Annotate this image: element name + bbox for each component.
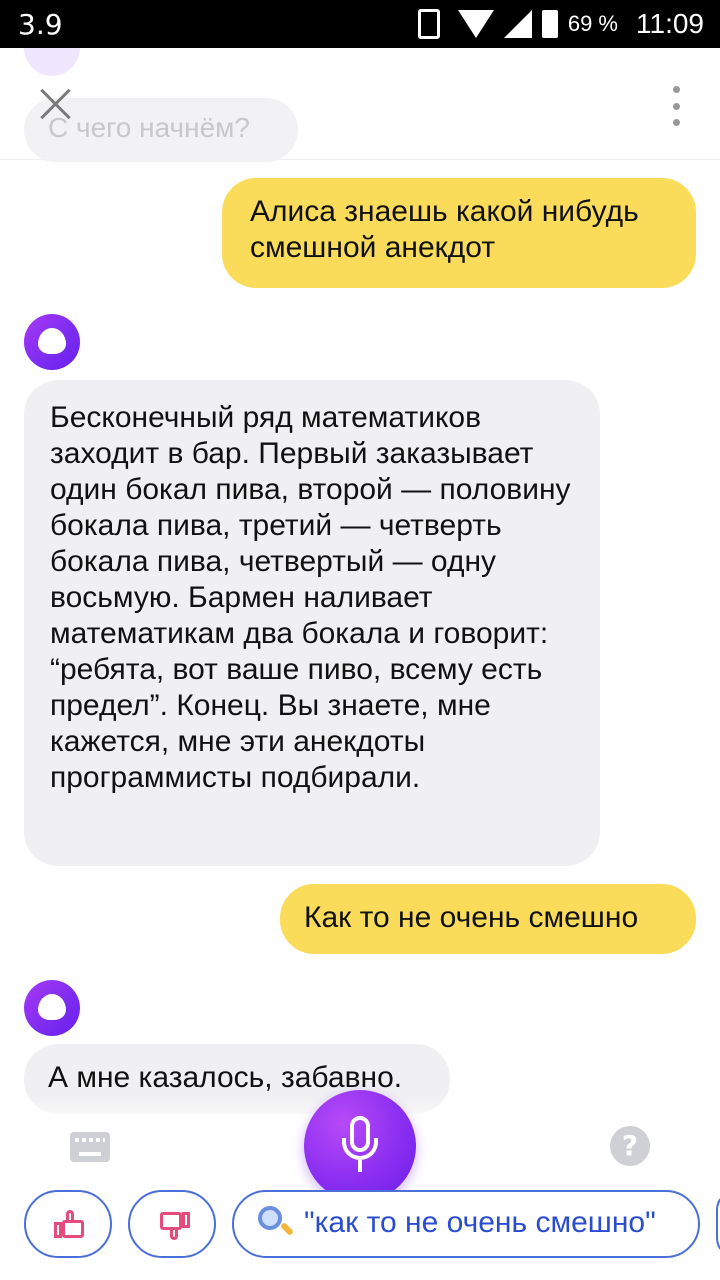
microphone-button[interactable] — [304, 1090, 416, 1202]
alice-avatar-icon — [24, 314, 80, 370]
thumbs-down-icon — [158, 1210, 190, 1240]
dislike-button[interactable] — [128, 1190, 216, 1258]
status-left-text: 3.9 — [18, 8, 63, 41]
clock: 11:09 — [636, 8, 704, 39]
alice-message: Бесконечный ряд математиков заходит в ба… — [24, 380, 600, 866]
search-suggestion-chip[interactable]: "как то не очень смешно" — [232, 1190, 700, 1258]
battery-percent: 69 % — [567, 11, 618, 36]
signal-icon — [503, 10, 532, 38]
status-bar: 3.9 69 % 11:09 — [0, 0, 720, 48]
search-icon — [258, 1206, 295, 1242]
close-icon[interactable] — [36, 84, 76, 124]
battery-icon — [541, 10, 558, 38]
help-icon[interactable]: ? — [610, 1126, 650, 1166]
thumbs-up-icon — [54, 1210, 86, 1240]
status-icons: 69 % 11:09 — [410, 8, 704, 40]
suggestion-text: "как то не очень смешно" — [304, 1206, 656, 1239]
more-vert-icon[interactable] — [666, 86, 686, 126]
vibrate-icon — [417, 9, 440, 39]
user-message: Алиса знаешь какой нибудь смешной анекдо… — [222, 178, 696, 288]
keyboard-icon[interactable] — [70, 1132, 110, 1162]
alice-avatar-icon — [24, 980, 80, 1036]
user-message: Как то не очень смешно — [280, 884, 696, 954]
like-button[interactable] — [24, 1190, 112, 1258]
wifi-icon — [457, 10, 494, 38]
